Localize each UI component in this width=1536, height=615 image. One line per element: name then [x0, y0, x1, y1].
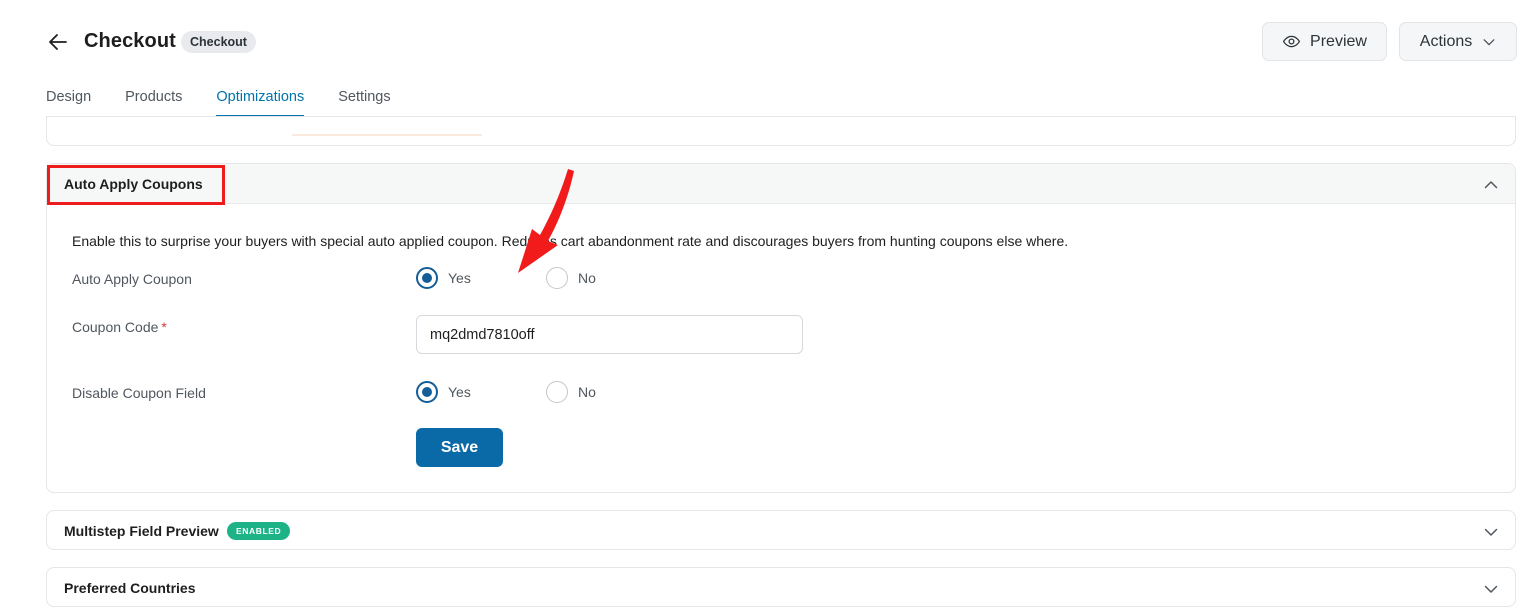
radio-label: Yes	[448, 384, 471, 400]
chevron-down-icon	[1483, 38, 1495, 45]
radio-label: Yes	[448, 270, 471, 286]
preferred-countries-section[interactable]: Preferred Countries	[46, 567, 1516, 607]
radio-checked-icon	[416, 267, 438, 289]
tab-bar: Design Products Optimizations Settings	[46, 78, 425, 117]
tab-design[interactable]: Design	[46, 78, 91, 117]
back-arrow-icon[interactable]	[46, 30, 70, 54]
enabled-status-badge: ENABLED	[227, 522, 291, 540]
chevron-down-icon[interactable]	[1483, 581, 1499, 597]
tab-products[interactable]: Products	[125, 78, 182, 117]
save-button[interactable]: Save	[416, 428, 503, 467]
previous-section-strip	[292, 134, 482, 136]
highlight-annotation-box	[47, 165, 225, 205]
required-asterisk: *	[161, 319, 167, 335]
actions-dropdown-button[interactable]: Actions	[1399, 22, 1517, 61]
disable-coupon-yes-radio[interactable]: Yes	[416, 381, 471, 403]
chevron-up-icon[interactable]	[1483, 177, 1499, 193]
eye-icon	[1282, 35, 1301, 48]
page-type-badge: Checkout	[181, 31, 256, 53]
page-title: Checkout	[84, 30, 176, 52]
section-title: Preferred Countries	[64, 580, 196, 596]
multistep-field-preview-section[interactable]: Multistep Field Preview ENABLED	[46, 510, 1516, 550]
tab-optimizations[interactable]: Optimizations	[216, 78, 304, 117]
auto-apply-coupons-section: Auto Apply Coupons Enable this to surpri…	[46, 163, 1516, 493]
auto-apply-coupons-header[interactable]: Auto Apply Coupons	[47, 164, 1515, 205]
preview-label: Preview	[1310, 32, 1367, 50]
radio-checked-icon	[416, 381, 438, 403]
chevron-down-icon[interactable]	[1483, 524, 1499, 540]
coupon-code-input[interactable]	[416, 315, 803, 354]
top-bar: Checkout Checkout Preview Actions Design…	[0, 0, 1536, 118]
tab-settings[interactable]: Settings	[338, 78, 390, 117]
preview-button[interactable]: Preview	[1262, 22, 1387, 61]
auto-apply-coupon-label: Auto Apply Coupon	[72, 271, 192, 287]
radio-label: No	[578, 270, 596, 286]
previous-section-card	[46, 117, 1516, 146]
radio-unchecked-icon	[546, 381, 568, 403]
coupon-code-label: Coupon Code *	[72, 319, 167, 335]
coupon-code-label-text: Coupon Code	[72, 319, 159, 335]
section-title: Multistep Field Preview	[64, 523, 219, 539]
radio-label: No	[578, 384, 596, 400]
actions-label: Actions	[1419, 32, 1473, 50]
disable-coupon-field-label: Disable Coupon Field	[72, 385, 206, 401]
auto-apply-yes-radio[interactable]: Yes	[416, 267, 471, 289]
disable-coupon-no-radio[interactable]: No	[546, 381, 596, 403]
red-pointer-arrow-icon	[518, 169, 574, 273]
